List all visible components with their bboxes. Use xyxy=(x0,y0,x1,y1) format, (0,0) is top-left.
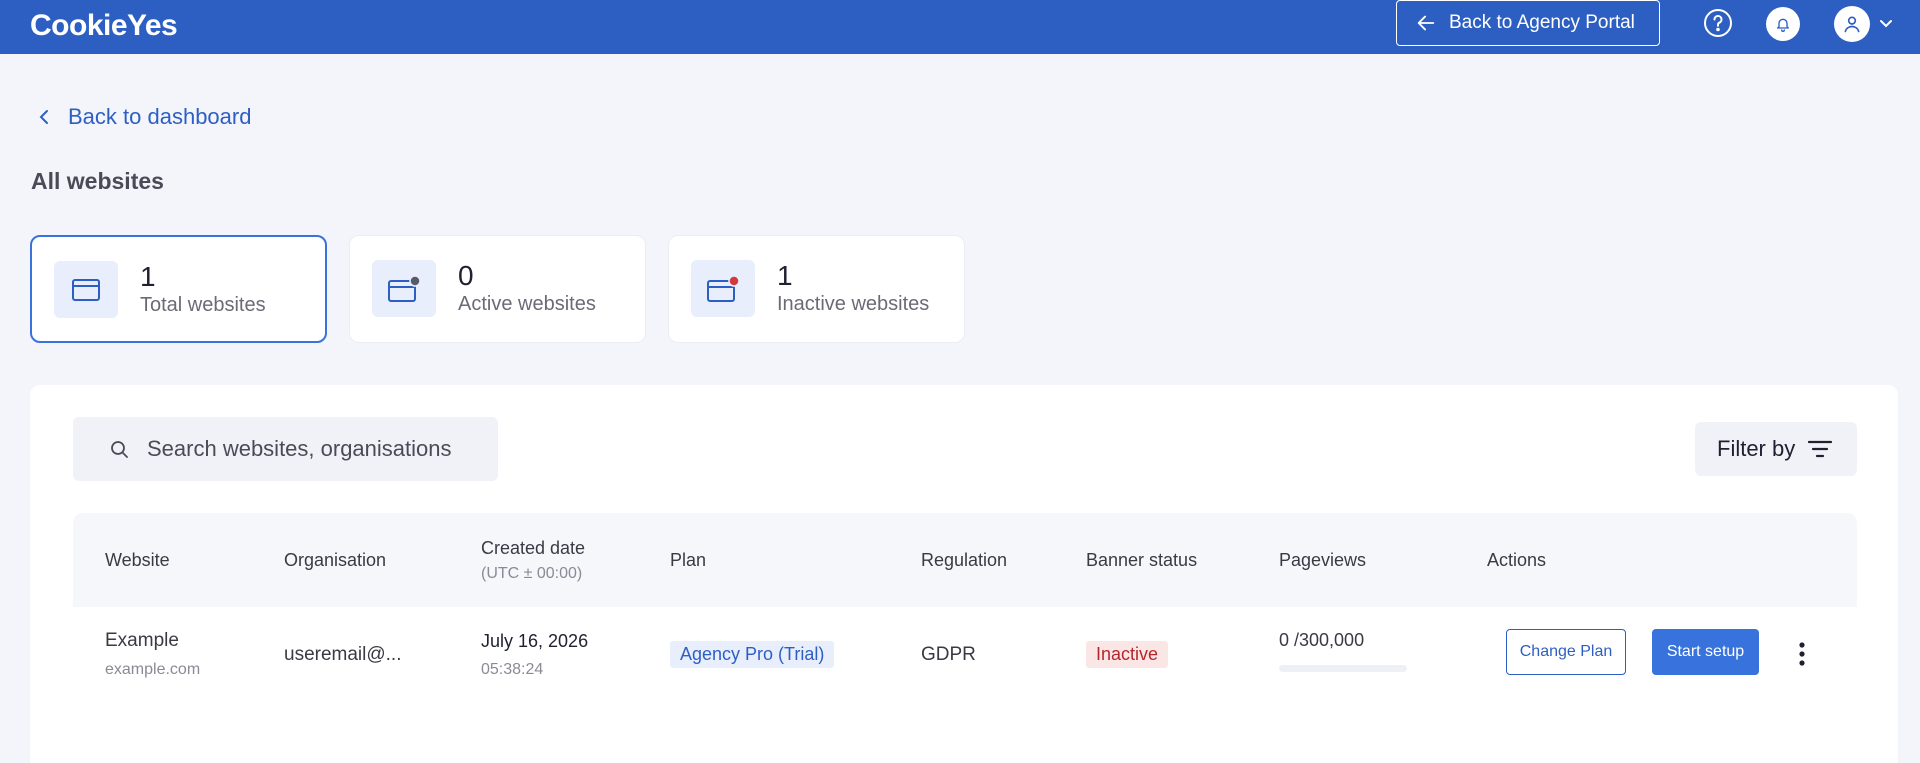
col-created-date: Created date (UTC ± 00:00) xyxy=(481,513,585,607)
back-to-dashboard-link[interactable]: Back to dashboard xyxy=(36,104,251,130)
col-created-date-tz: (UTC ± 00:00) xyxy=(481,564,583,582)
browser-icon xyxy=(54,261,118,318)
search-placeholder: Search websites, organisations xyxy=(147,436,452,461)
help-icon[interactable] xyxy=(1703,8,1733,38)
stat-card-inactive[interactable]: 1 Inactive websites xyxy=(668,235,965,343)
status-badge: Inactive xyxy=(1086,641,1169,668)
col-actions: Actions xyxy=(1487,549,1547,570)
created-date: July 16, 2026 xyxy=(481,630,589,651)
cell-banner-status: Inactive xyxy=(1086,607,1169,702)
plan-badge: Agency Pro (Trial) xyxy=(670,641,835,668)
chevron-down-icon[interactable] xyxy=(1878,15,1894,31)
stat-total-count: 1 xyxy=(140,261,156,292)
col-banner-status: Banner status xyxy=(1086,549,1198,570)
stat-active-label: Active websites xyxy=(458,293,596,315)
cell-created-date: July 16, 2026 05:38:24 xyxy=(481,607,588,702)
cell-pageviews: 0 /300,000 xyxy=(1279,607,1407,702)
more-options-icon[interactable] xyxy=(1790,640,1814,668)
stat-card-active[interactable]: 0 Active websites xyxy=(349,235,646,343)
bell-icon xyxy=(1777,18,1789,32)
cell-website[interactable]: Example example.com xyxy=(105,607,200,702)
filter-icon xyxy=(1808,440,1833,458)
logo[interactable]: CookieYes xyxy=(30,9,178,43)
stat-inactive-count: 1 xyxy=(777,260,793,291)
back-to-agency-portal-label: Back to Agency Portal xyxy=(1449,12,1635,33)
page-title: All websites xyxy=(31,168,164,194)
top-bar: CookieYes Back to Agency Portal xyxy=(0,0,1920,54)
stat-inactive-label: Inactive websites xyxy=(777,293,930,315)
user-icon xyxy=(1844,16,1860,33)
cell-plan: Agency Pro (Trial) xyxy=(670,607,835,702)
start-setup-button[interactable]: Start setup xyxy=(1652,629,1759,675)
pageviews-progress-bar xyxy=(1279,664,1407,672)
filter-button[interactable]: Filter by xyxy=(1695,422,1857,476)
back-to-agency-portal-button[interactable]: Back to Agency Portal xyxy=(1396,0,1660,46)
search-icon xyxy=(111,441,128,458)
col-organisation: Organisation xyxy=(284,549,387,570)
browser-inactive-icon xyxy=(691,260,755,317)
pageviews-value: 0 /300,000 xyxy=(1279,629,1365,650)
col-website: Website xyxy=(105,549,170,570)
table-row: Example example.com useremail@... July 1… xyxy=(73,607,1857,702)
col-plan: Plan xyxy=(670,549,707,570)
table-header: Website Organisation Created date (UTC ±… xyxy=(73,513,1857,607)
notifications-button[interactable] xyxy=(1766,7,1800,41)
browser-active-icon xyxy=(372,260,436,317)
user-avatar-button[interactable] xyxy=(1834,6,1870,42)
col-regulation: Regulation xyxy=(921,549,1008,570)
filter-label: Filter by xyxy=(1717,436,1796,461)
search-input[interactable]: Search websites, organisations xyxy=(73,417,498,481)
cell-organisation: useremail@... xyxy=(284,643,402,665)
change-plan-button[interactable]: Change Plan xyxy=(1506,629,1626,675)
stat-card-total[interactable]: 1 Total websites xyxy=(30,235,327,343)
created-time: 05:38:24 xyxy=(481,660,544,678)
col-pageviews: Pageviews xyxy=(1279,549,1367,570)
arrow-left-icon xyxy=(1417,15,1435,31)
cell-regulation: GDPR xyxy=(921,643,976,665)
stat-active-count: 0 xyxy=(458,260,474,291)
stat-total-label: Total websites xyxy=(140,294,266,316)
website-domain: example.com xyxy=(105,661,201,678)
chevron-left-icon xyxy=(39,110,48,124)
back-to-dashboard-label: Back to dashboard xyxy=(68,104,252,129)
websites-panel: Search websites, organisations Filter by… xyxy=(30,385,1898,763)
col-created-date-label: Created date xyxy=(481,537,586,558)
website-name: Example xyxy=(105,630,179,651)
